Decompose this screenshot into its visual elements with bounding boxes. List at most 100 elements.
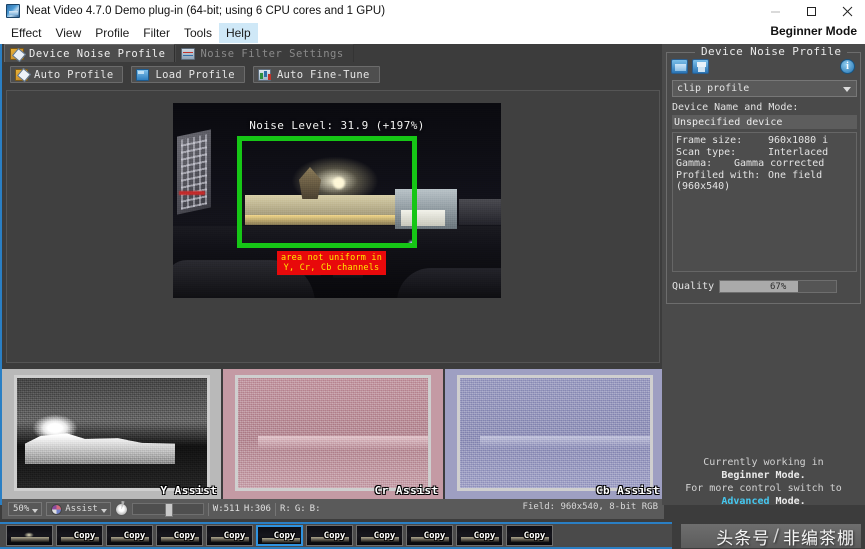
quality-bar: 67% (719, 279, 838, 293)
thumbnail-label: Copy (423, 530, 446, 541)
button-label: Auto Profile (34, 68, 114, 81)
pixel-g-label: G: (294, 504, 306, 514)
button-label: Auto Fine-Tune (276, 68, 370, 81)
assist-label-y: Y Assist (160, 484, 218, 497)
maximize-button[interactable] (793, 0, 829, 22)
preview-status-bar: 50% Assist W:511 H:306 R: G: B: Field: 9… (2, 499, 664, 519)
divider (207, 502, 209, 516)
zoom-level-select[interactable]: 50% (8, 502, 43, 516)
info-value: Gamma corrected (734, 158, 825, 169)
assist-image-cr (235, 375, 432, 491)
preview-image[interactable]: Noise Level: 31.9 (+197%) area not unifo… (173, 103, 501, 298)
info-key: Frame size: (676, 135, 743, 146)
frame-thumbnail[interactable]: Copy (456, 525, 503, 546)
thumbnail-label: Copy (123, 530, 146, 541)
frame-thumbnail[interactable]: Copy (56, 525, 103, 546)
slider-knob[interactable] (164, 503, 173, 517)
info-key: (960x540) (676, 181, 731, 192)
frame-thumbnail[interactable]: Copy (156, 525, 203, 546)
menu-item-profile[interactable]: Profile (88, 23, 136, 43)
assist-pane-cr[interactable]: Cr Assist (223, 369, 443, 499)
open-profile-icon[interactable] (671, 59, 688, 74)
neat-video-icon (6, 4, 20, 18)
divider (274, 502, 276, 516)
frame-thumbnail[interactable] (6, 525, 53, 546)
quality-value: 67% (770, 281, 787, 292)
auto-fine-tune-button[interactable]: Auto Fine-Tune (252, 66, 380, 83)
thumbnail-label: Copy (223, 530, 246, 541)
thumbnail-label: Copy (523, 530, 546, 541)
assist-cb-noise (459, 378, 650, 488)
info-value: 960x1080 i (768, 135, 829, 146)
frame-thumbnail-selected[interactable]: Copy (256, 525, 303, 546)
pixel-b-label: B: (309, 504, 321, 514)
tab-device-noise-profile[interactable]: Device Noise Profile (4, 44, 176, 62)
frame-thumbnail[interactable]: Copy (306, 525, 353, 546)
info-row: Scan type: Interlaced (676, 147, 853, 159)
watermark-right: 非编茶棚 (783, 528, 855, 549)
frame-thumbnail[interactable]: Copy (356, 525, 403, 546)
info-icon[interactable]: i (840, 59, 855, 74)
auto-profile-icon (15, 68, 28, 81)
field-info-label: Field: 960x540, 8-bit RGB (522, 502, 658, 512)
right-panel: Device Noise Profile i clip profile Devi… (662, 44, 865, 508)
quality-label: Quality (672, 280, 715, 292)
info-value: Interlaced (768, 146, 829, 158)
device-name-value: Unspecified device (672, 115, 857, 129)
thumbnail-label: Copy (373, 530, 396, 541)
info-key: Gamma: (676, 158, 713, 169)
frame-thumbnail[interactable]: Copy (106, 525, 153, 546)
close-button[interactable] (829, 0, 865, 22)
menu-bar: Effect View Profile Filter Tools Help Be… (0, 22, 865, 44)
frame-thumbnail[interactable]: Copy (506, 525, 553, 546)
tab-noise-filter-settings[interactable]: Noise Filter Settings (175, 44, 354, 62)
watermark-left: 头条号 (716, 528, 771, 549)
profile-actions (671, 59, 709, 74)
menu-item-tools[interactable]: Tools (177, 23, 219, 43)
thumbnail-label: Copy (273, 530, 296, 541)
assist-y-noise (17, 378, 207, 488)
assist-label-cr: Cr Assist (374, 484, 439, 497)
auto-fine-tune-icon (257, 68, 271, 81)
menu-item-effect[interactable]: Effect (4, 23, 48, 43)
thumbnail-label: Copy (323, 530, 346, 541)
assist-image-cb (456, 375, 653, 491)
noise-sample-selection[interactable] (237, 136, 417, 248)
preview-height-label: H:306 (243, 504, 271, 514)
view-mode-value: Assist (65, 504, 98, 514)
assist-pane-y[interactable]: Y Assist (2, 369, 222, 499)
window-title: Neat Video 4.7.0 Demo plug-in (64-bit; u… (26, 5, 386, 17)
assist-label-cb: Cb Assist (595, 484, 660, 497)
info-value: One field (768, 169, 823, 181)
group-title: Device Noise Profile (695, 45, 848, 58)
main-preview-area[interactable]: Noise Level: 31.9 (+197%) area not unifo… (6, 90, 660, 363)
tab-label: Noise Filter Settings (200, 47, 344, 60)
watermark-slash: / (773, 526, 780, 546)
thumbnail-label: Copy (173, 530, 196, 541)
assist-pane-cb[interactable]: Cb Assist (444, 369, 664, 499)
info-key: Scan type: (676, 146, 737, 158)
load-profile-button[interactable]: Load Profile (131, 66, 245, 83)
info-row: Gamma: Gamma corrected (676, 158, 853, 170)
advanced-mode-link[interactable]: Advanced (721, 496, 769, 507)
brightness-icon[interactable] (112, 500, 130, 518)
profile-select[interactable]: clip profile (672, 80, 857, 97)
info-row: Frame size: 960x1080 i (676, 135, 853, 147)
menu-item-help[interactable]: Help (218, 23, 258, 43)
filter-settings-icon (181, 47, 196, 60)
menu-item-filter[interactable]: Filter (136, 23, 177, 43)
save-profile-icon[interactable] (692, 59, 709, 74)
view-mode-select[interactable]: Assist (46, 502, 111, 516)
minimize-button[interactable] (757, 0, 793, 22)
thumbnail-image (7, 526, 52, 545)
quality-row: Quality 67% (672, 278, 857, 294)
menu-item-view[interactable]: View (48, 23, 88, 43)
info-row: (960x540) (676, 181, 853, 193)
auto-profile-button[interactable]: Auto Profile (10, 66, 124, 83)
profile-info-box: Frame size: 960x1080 i Scan type: Interl… (672, 132, 857, 272)
assist-cr-noise (238, 378, 429, 488)
frame-thumbnail[interactable]: Copy (206, 525, 253, 546)
profile-select-value: clip profile (677, 83, 750, 94)
mode-note-line-4: Advanced Mode. (662, 495, 865, 508)
frame-thumbnail[interactable]: Copy (406, 525, 453, 546)
